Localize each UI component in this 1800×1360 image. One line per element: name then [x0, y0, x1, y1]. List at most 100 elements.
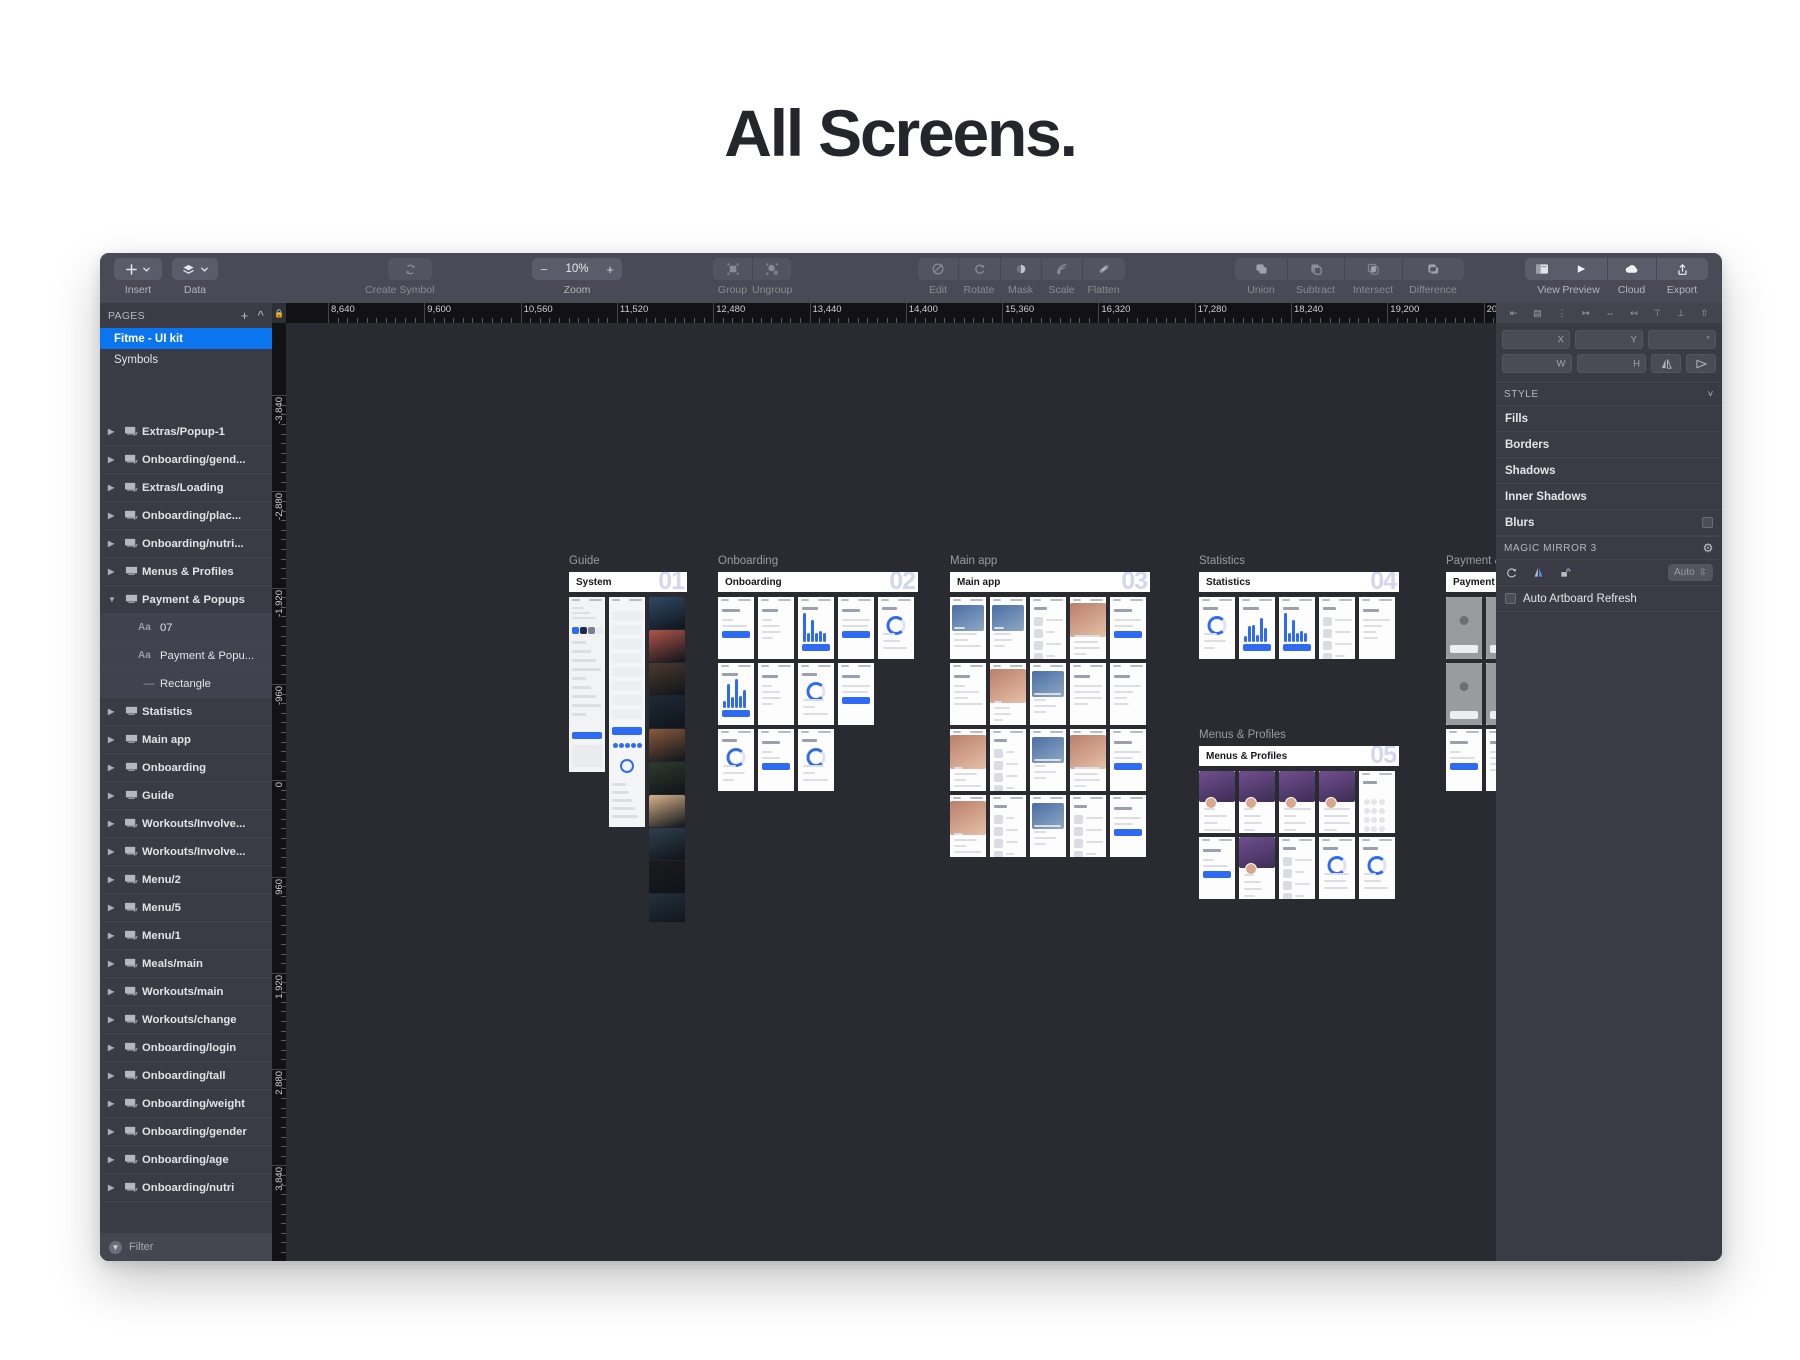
layer-row[interactable]: ▶Onboarding/gend...	[100, 446, 272, 474]
disclosure-triangle[interactable]: ▶	[108, 1127, 120, 1136]
screen-thumbnail[interactable]	[1319, 837, 1355, 899]
screen-thumbnail[interactable]	[950, 597, 986, 659]
disclosure-triangle[interactable]: ▶	[108, 959, 120, 968]
rotate-button[interactable]	[958, 258, 1000, 280]
flip-vertical-icon[interactable]	[1686, 354, 1716, 373]
align-center-h-icon[interactable]: ▤	[1533, 308, 1542, 319]
layer-row[interactable]: ▶Workouts/change	[100, 1006, 272, 1034]
style-section-header[interactable]: STYLE ˅	[1496, 382, 1722, 406]
disclosure-triangle[interactable]: ▶	[108, 903, 120, 912]
layer-row[interactable]: ▶Onboarding/plac...	[100, 502, 272, 530]
screen-thumbnail[interactable]	[1070, 663, 1106, 725]
chevron-up-icon[interactable]: ^	[258, 308, 264, 323]
screen-thumbnail[interactable]	[1486, 597, 1496, 659]
screen-thumbnail[interactable]	[1030, 597, 1066, 659]
style-row-checkbox[interactable]	[1702, 517, 1713, 528]
screen-thumbnail[interactable]	[838, 663, 874, 725]
disclosure-triangle[interactable]: ▶	[108, 847, 120, 856]
disclosure-triangle[interactable]: ▼	[108, 595, 120, 604]
disclosure-triangle[interactable]: ▶	[108, 1043, 120, 1052]
screen-thumbnail[interactable]	[990, 729, 1026, 791]
screen-thumbnail[interactable]	[1110, 729, 1146, 791]
style-row[interactable]: Shadows	[1496, 458, 1722, 484]
screen-thumbnail[interactable]	[1446, 663, 1482, 725]
layer-row[interactable]: ▼Payment & Popups	[100, 586, 272, 614]
add-page-icon[interactable]: +	[241, 308, 249, 323]
style-row[interactable]: Inner Shadows	[1496, 484, 1722, 510]
align-left-icon[interactable]: ⇤	[1510, 308, 1518, 319]
disclosure-triangle[interactable]: ▶	[108, 1183, 120, 1192]
create-symbol-button[interactable]	[388, 258, 432, 280]
layer-row[interactable]: ▶Meals/main	[100, 950, 272, 978]
align-center-icon[interactable]: ⇔	[1605, 308, 1614, 318]
artboard-group-onboarding[interactable]: Onboarding Onboarding 02	[718, 555, 918, 795]
export-button[interactable]	[1656, 258, 1708, 280]
zoom-in-button[interactable]: +	[598, 258, 622, 280]
layer-row[interactable]: ▶Menus & Profiles	[100, 558, 272, 586]
chevron-down-icon[interactable]: ˅	[1708, 389, 1714, 400]
layer-row[interactable]: ▶Onboarding/tall	[100, 1062, 272, 1090]
layer-row[interactable]: ▶Onboarding/nutri	[100, 1174, 272, 1202]
screen-thumbnail[interactable]	[990, 597, 1026, 659]
layer-row[interactable]: ▶Menu/2	[100, 866, 272, 894]
screen-thumbnail[interactable]	[1279, 597, 1315, 659]
screen-thumbnail[interactable]	[798, 729, 834, 791]
screen-thumbnail[interactable]	[1239, 597, 1275, 659]
layer-row[interactable]: ▶Workouts/Involve...	[100, 810, 272, 838]
layer-filter-bar[interactable]: ▼ Filter	[100, 1233, 272, 1261]
subtract-button[interactable]	[1287, 258, 1344, 280]
screen-thumbnail[interactable]	[1359, 837, 1395, 899]
rotation-field[interactable]: °	[1648, 330, 1716, 349]
disclosure-triangle[interactable]: ▶	[108, 931, 120, 940]
layer-row[interactable]: ▶Main app	[100, 726, 272, 754]
refresh-icon[interactable]	[1505, 566, 1518, 579]
group-button[interactable]	[713, 258, 752, 280]
layer-row[interactable]: ▶Extras/Loading	[100, 474, 272, 502]
flip-icon[interactable]	[1532, 566, 1545, 579]
disclosure-triangle[interactable]: ▶	[108, 539, 120, 548]
screen-thumbnail[interactable]	[1030, 729, 1066, 791]
disclosure-triangle[interactable]: ▶	[108, 707, 120, 716]
screen-thumbnail[interactable]	[758, 597, 794, 659]
intersect-button[interactable]	[1344, 258, 1402, 280]
alignment-toolbar[interactable]: ⇤▤⋮↦⇔↤⊤⊥⇧	[1496, 303, 1722, 323]
cloud-button[interactable]	[1607, 258, 1656, 280]
align-middle-icon[interactable]: ⊥	[1677, 308, 1685, 319]
layer-row[interactable]: ▶Onboarding/gender	[100, 1118, 272, 1146]
align-top-icon[interactable]: ⊤	[1653, 308, 1661, 319]
screen-thumbnail[interactable]	[798, 663, 834, 725]
disclosure-triangle[interactable]: ▶	[108, 875, 120, 884]
disclosure-triangle[interactable]: ▶	[108, 1071, 120, 1080]
artboard-group-main-app[interactable]: Main app Main app 03	[950, 555, 1150, 861]
style-row[interactable]: Borders	[1496, 432, 1722, 458]
flatten-button[interactable]	[1082, 258, 1125, 280]
disclosure-triangle[interactable]: ▶	[108, 567, 120, 576]
layer-row[interactable]: ▶Workouts/Involve...	[100, 838, 272, 866]
disclosure-triangle[interactable]: ▶	[108, 511, 120, 520]
artboard-group-statistics[interactable]: Statistics Statistics 04	[1199, 555, 1399, 663]
disclosure-triangle[interactable]: ▶	[108, 791, 120, 800]
screen-thumbnail[interactable]	[1239, 837, 1275, 899]
edit-button[interactable]	[918, 258, 958, 280]
screen-thumbnail[interactable]	[758, 729, 794, 791]
canvas-area[interactable]: 🔒 8,6409,60010,56011,52012,48013,44014,4…	[272, 303, 1496, 1261]
distribute-icon[interactable]: ⋮	[1557, 308, 1566, 319]
screen-thumbnail[interactable]	[1486, 663, 1496, 725]
layer-row[interactable]: ▶Guide	[100, 782, 272, 810]
filter-icon[interactable]: ▼	[109, 1241, 122, 1254]
screen-thumbnail[interactable]	[1239, 771, 1275, 833]
artboard-group-menus-profiles[interactable]: Menus & Profiles Menus & Profiles 05	[1199, 729, 1399, 903]
layers-list[interactable]: ▶Extras/Popup-1▶Onboarding/gend...▶Extra…	[100, 418, 272, 1261]
preview-button[interactable]	[1555, 258, 1607, 280]
screen-thumbnail[interactable]	[950, 729, 986, 791]
screen-thumbnail[interactable]	[1319, 771, 1355, 833]
screen-thumbnail[interactable]	[1199, 597, 1235, 659]
align-bottom-icon[interactable]: ⇧	[1701, 308, 1709, 319]
screen-thumbnail[interactable]	[1199, 771, 1235, 833]
screen-thumbnail[interactable]	[990, 663, 1026, 725]
screen-thumbnail[interactable]	[609, 597, 645, 827]
screen-thumbnail[interactable]	[1110, 597, 1146, 659]
auto-refresh-checkbox[interactable]	[1505, 593, 1516, 604]
screen-thumbnail[interactable]	[1446, 597, 1482, 659]
screen-thumbnail[interactable]	[1279, 837, 1315, 899]
